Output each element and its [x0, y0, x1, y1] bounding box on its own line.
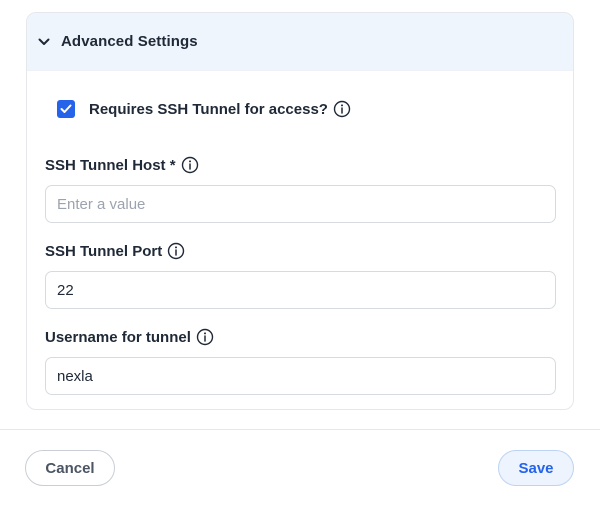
footer-divider — [0, 429, 600, 430]
advanced-settings-header[interactable]: Advanced Settings — [27, 13, 573, 71]
info-icon[interactable] — [167, 242, 185, 260]
username-for-tunnel-label-row: Username for tunnel — [45, 327, 556, 347]
info-icon[interactable] — [333, 100, 351, 118]
info-icon[interactable] — [181, 156, 199, 174]
username-for-tunnel-field: Username for tunnel — [45, 327, 556, 395]
advanced-settings-panel: Advanced Settings Requires SSH Tunnel fo… — [26, 12, 574, 410]
advanced-settings-dialog: Advanced Settings Requires SSH Tunnel fo… — [0, 0, 600, 513]
ssh-tunnel-host-label: SSH Tunnel Host * — [45, 156, 176, 174]
username-for-tunnel-input[interactable] — [45, 357, 556, 395]
info-icon[interactable] — [196, 328, 214, 346]
chevron-down-icon[interactable] — [37, 35, 51, 49]
username-for-tunnel-label: Username for tunnel — [45, 328, 191, 346]
ssh-tunnel-port-field: SSH Tunnel Port — [45, 241, 556, 309]
ssh-tunnel-port-label: SSH Tunnel Port — [45, 242, 163, 260]
ssh-tunnel-checkbox-label: Requires SSH Tunnel for access? — [89, 100, 328, 118]
ssh-tunnel-checkbox-row[interactable]: Requires SSH Tunnel for access? — [57, 100, 351, 118]
ssh-tunnel-host-field: SSH Tunnel Host * — [45, 155, 556, 223]
ssh-tunnel-port-input[interactable] — [45, 271, 556, 309]
ssh-tunnel-host-input[interactable] — [45, 185, 556, 223]
dialog-top-edge — [0, 0, 600, 8]
cancel-button[interactable]: Cancel — [25, 450, 115, 486]
advanced-settings-title: Advanced Settings — [61, 33, 198, 50]
ssh-tunnel-port-label-row: SSH Tunnel Port — [45, 241, 556, 261]
save-button[interactable]: Save — [498, 450, 574, 486]
checkmark-icon — [60, 104, 72, 113]
ssh-tunnel-checkbox[interactable] — [57, 100, 75, 118]
ssh-tunnel-host-label-row: SSH Tunnel Host * — [45, 155, 556, 175]
